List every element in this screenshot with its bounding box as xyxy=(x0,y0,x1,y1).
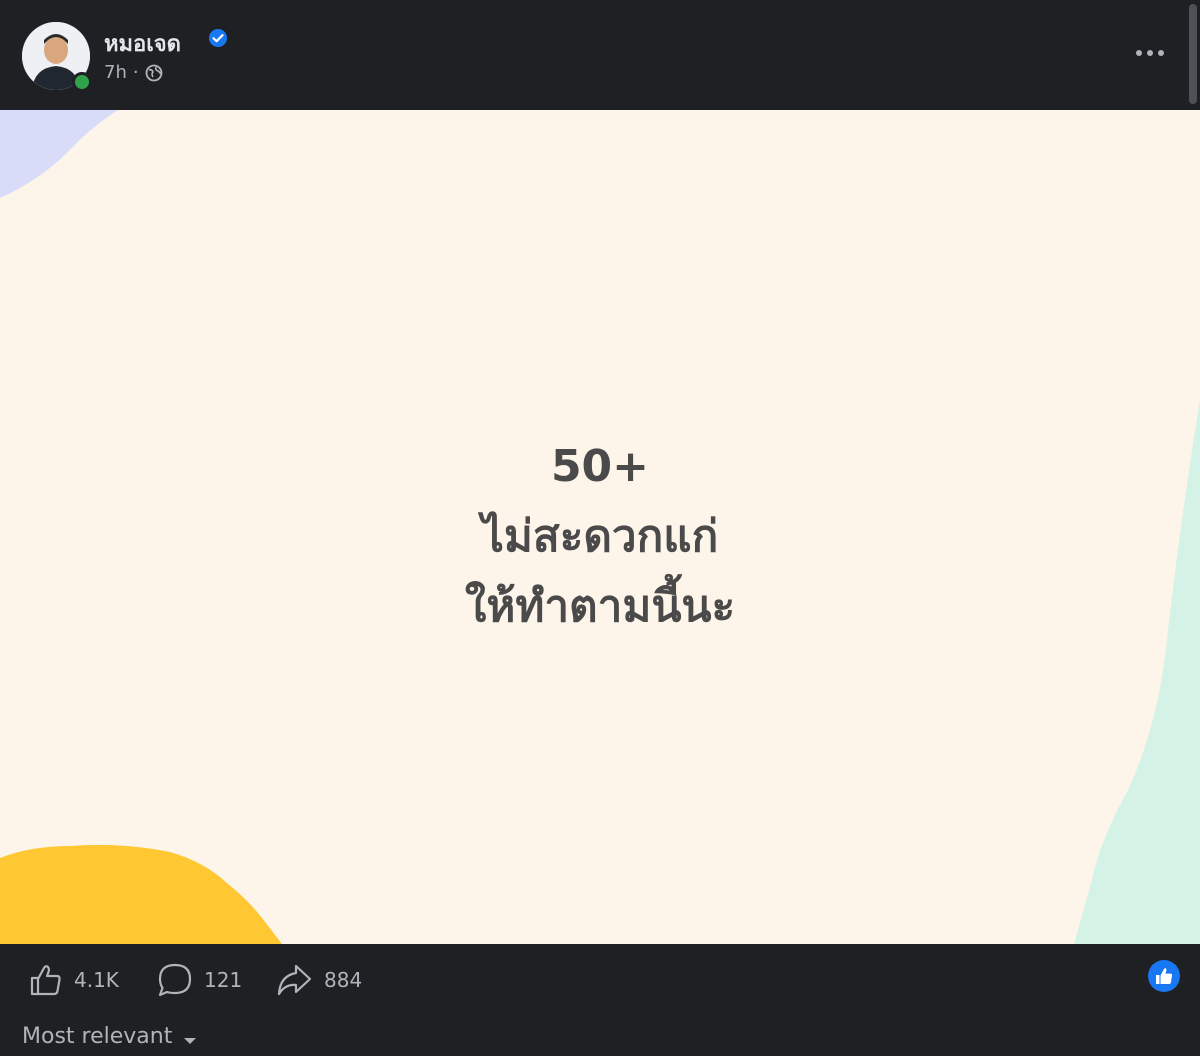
scrollbar[interactable] xyxy=(1186,0,1200,110)
share-icon xyxy=(277,964,312,996)
yellow-blob xyxy=(0,844,282,944)
more-options-button[interactable] xyxy=(1130,38,1170,68)
share-count: 884 xyxy=(324,968,363,992)
caption-line-3: ให้ทำตามนี้นะ xyxy=(464,581,736,632)
post-time[interactable]: 7h xyxy=(104,62,127,83)
caption-line-2: ไม่สะดวกแก่ xyxy=(481,511,719,562)
image-caption: 50+ ไม่สะดวกแก่ ให้ทำตามนี้นะ xyxy=(0,432,1200,642)
post-meta: 7h · xyxy=(104,62,163,83)
author-name[interactable]: หมอเจด xyxy=(104,26,181,61)
like-count: 4.1K xyxy=(74,968,119,992)
comment-button[interactable]: 121 xyxy=(156,962,242,998)
share-button[interactable]: 884 xyxy=(276,962,362,998)
chevron-down-icon xyxy=(184,1037,197,1044)
online-status-dot xyxy=(72,72,92,92)
comment-count: 121 xyxy=(204,968,243,992)
like-reaction-badge[interactable] xyxy=(1148,960,1180,992)
comment-icon xyxy=(158,963,192,997)
lavender-blob xyxy=(0,110,118,198)
post-header: หมอเจด 7h · xyxy=(0,0,1200,110)
post-image[interactable]: 50+ ไม่สะดวกแก่ ให้ทำตามนี้นะ xyxy=(0,110,1200,944)
thumbs-up-icon xyxy=(30,965,61,996)
caption-line-1: 50+ xyxy=(550,441,650,492)
verified-badge-icon xyxy=(209,29,227,47)
more-options-icon xyxy=(1136,50,1164,56)
like-reaction-icon xyxy=(1156,968,1173,984)
comment-sort-dropdown[interactable]: Most relevant xyxy=(22,1024,198,1049)
meta-separator: · xyxy=(132,62,139,83)
globe-icon xyxy=(145,64,163,81)
sort-label: Most relevant xyxy=(22,1024,173,1049)
like-button[interactable]: 4.1K xyxy=(28,962,119,998)
scrollbar-thumb[interactable] xyxy=(1189,4,1197,104)
